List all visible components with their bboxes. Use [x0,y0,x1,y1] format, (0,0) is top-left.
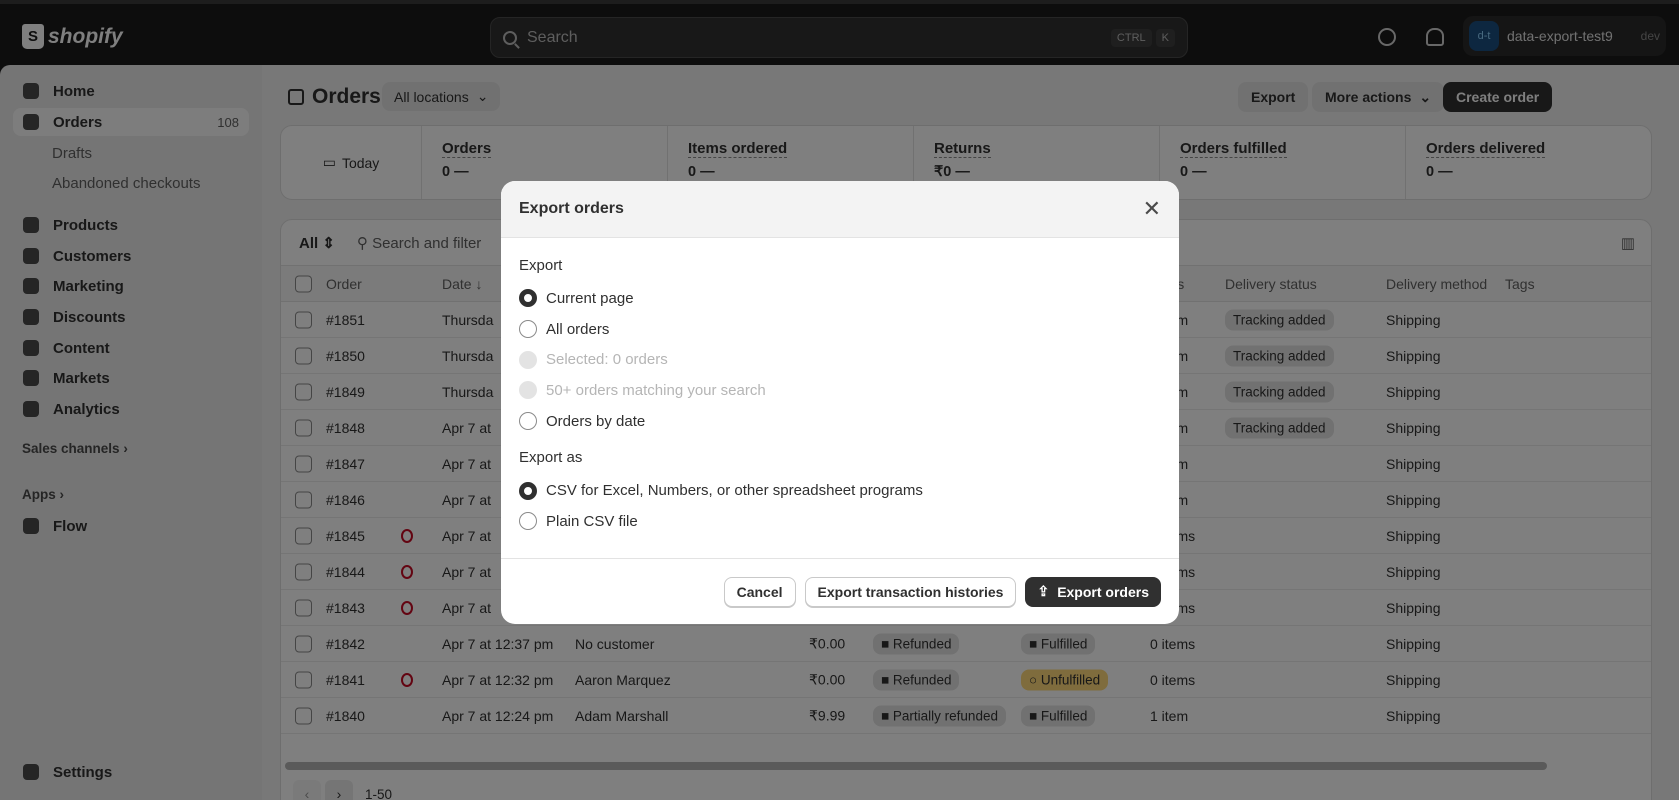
option-label: Plain CSV file [546,512,638,530]
option-label: Selected: 0 orders [546,351,668,369]
radio-button[interactable] [519,320,537,339]
cancel-button[interactable]: Cancel [723,576,796,607]
modal-header: Export orders ✕ [501,181,1179,238]
export-orders-modal: Export orders ✕ Export Current page All o… [501,181,1179,624]
radio-button[interactable] [519,289,537,308]
radio-button[interactable] [519,412,537,431]
modal-title: Export orders [519,200,624,217]
export-options: Current page All orders Selected: 0 orders… [519,283,1161,436]
modal-body: Export Current page All orders Selected: 0… [501,238,1179,537]
export-scope-option: Selected: 0 orders [519,344,1161,375]
radio-button [519,381,537,400]
export-orders-label: Export orders [1057,583,1149,600]
option-label: CSV for Excel, Numbers, or other spreads… [546,482,923,500]
export-orders-button[interactable]: ⇪ Export orders [1025,576,1161,607]
modal-footer: Cancel Export transaction histories ⇪ Ex… [501,558,1179,624]
radio-button[interactable] [519,481,537,500]
option-label: All orders [546,320,610,338]
export-format-option[interactable]: Plain CSV file [519,506,1161,537]
export-scope-option[interactable]: All orders [519,314,1161,345]
upload-icon: ⇪ [1037,583,1050,599]
format-options: CSV for Excel, Numbers, or other spreads… [519,475,1161,536]
export-transaction-histories-button[interactable]: Export transaction histories [804,576,1017,607]
radio-button [519,350,537,369]
radio-button[interactable] [519,512,537,531]
export-as-section-label: Export as [519,449,583,467]
option-label: 50+ orders matching your search [546,381,766,399]
close-icon[interactable]: ✕ [1143,198,1161,220]
option-label: Orders by date [546,412,646,430]
export-scope-option: 50+ orders matching your search [519,375,1161,406]
export-scope-option[interactable]: Current page [519,283,1161,314]
export-format-option[interactable]: CSV for Excel, Numbers, or other spreads… [519,475,1161,506]
option-label: Current page [546,289,634,307]
export-scope-option[interactable]: Orders by date [519,406,1161,437]
export-section-label: Export [519,257,563,274]
